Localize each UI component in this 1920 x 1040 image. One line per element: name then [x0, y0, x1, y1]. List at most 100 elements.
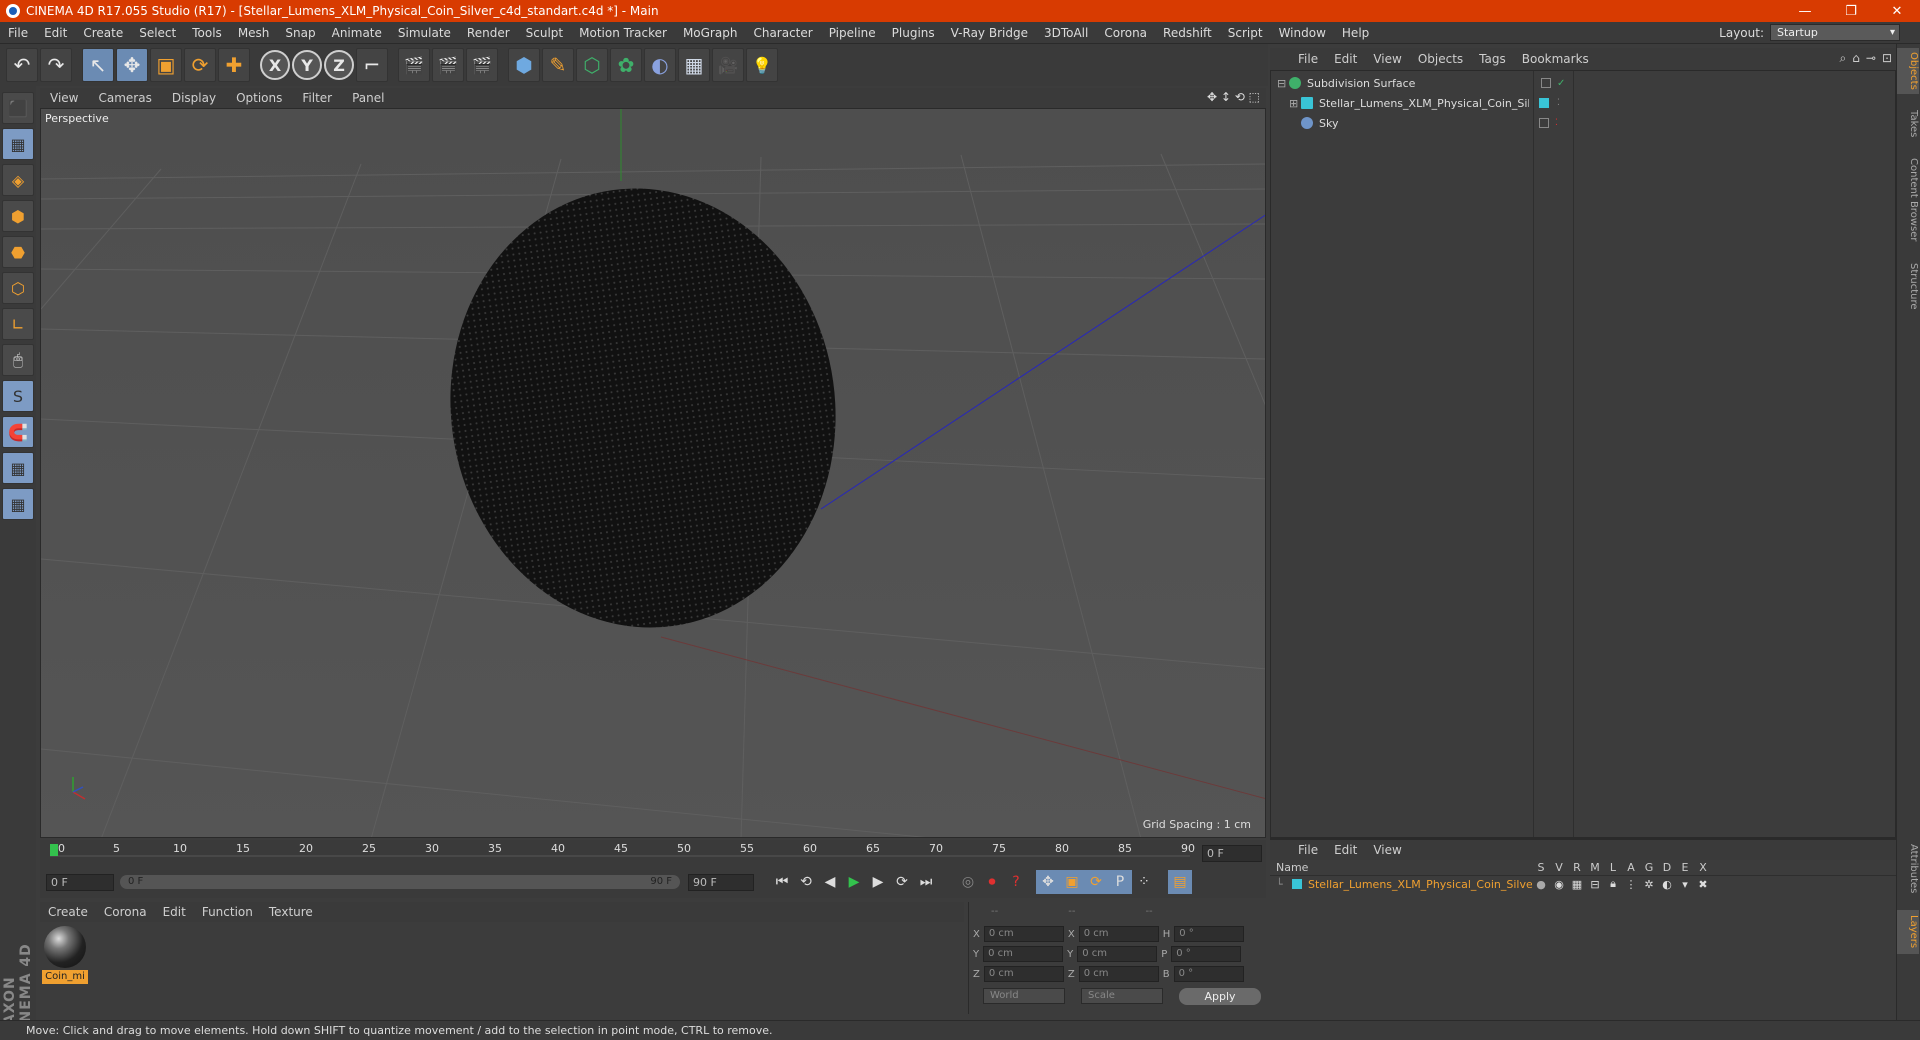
- deformer-button[interactable]: ◐: [644, 48, 676, 82]
- polygons-mode-button[interactable]: ∟: [2, 308, 34, 340]
- close-button[interactable]: ✕: [1874, 0, 1920, 22]
- x-axis-lock-button[interactable]: X: [260, 50, 290, 80]
- step-forward-button[interactable]: ▶: [866, 870, 890, 894]
- new-window-icon[interactable]: ⊡: [1882, 51, 1892, 66]
- menu-snap[interactable]: Snap: [277, 26, 323, 40]
- menu-file[interactable]: File: [0, 26, 36, 40]
- perspective-viewport[interactable]: Perspective Grid Spacing : 1 cm: [40, 108, 1266, 838]
- texture-mode-button[interactable]: ◈: [2, 164, 34, 196]
- tab-takes[interactable]: Takes: [1897, 104, 1919, 144]
- layer-solo-icon[interactable]: ●: [1532, 878, 1550, 891]
- menu-3dtoall[interactable]: 3DToAll: [1036, 26, 1096, 40]
- next-key-button[interactable]: ⟳: [890, 870, 914, 894]
- material-menu-create[interactable]: Create: [40, 905, 96, 919]
- pos-z-field[interactable]: 0 cm: [983, 966, 1064, 982]
- end-frame-field[interactable]: 90 F: [688, 873, 754, 891]
- go-to-start-button[interactable]: ⏮: [770, 870, 794, 894]
- floor-button[interactable]: ▦: [678, 48, 710, 82]
- material-menu-edit[interactable]: Edit: [155, 905, 194, 919]
- size-x-field[interactable]: 0 cm: [1078, 926, 1159, 942]
- editor-visibility-icon[interactable]: [1541, 78, 1551, 88]
- link-icon[interactable]: ⊸: [1866, 51, 1876, 66]
- make-editable-button[interactable]: ⬛: [2, 92, 34, 124]
- menu-pipeline[interactable]: Pipeline: [821, 26, 884, 40]
- light-button[interactable]: 💡: [746, 48, 778, 82]
- menu-simulate[interactable]: Simulate: [390, 26, 459, 40]
- layers-menu-file[interactable]: File: [1290, 843, 1326, 857]
- model-mode-button[interactable]: ▦: [2, 128, 34, 160]
- play-button[interactable]: ▶: [842, 870, 866, 894]
- preview-range-slider[interactable]: 0 F 90 F: [120, 875, 680, 889]
- visibility-dots-icon[interactable]: ⁚: [1557, 98, 1560, 108]
- objects-menu-tags[interactable]: Tags: [1471, 52, 1514, 66]
- pen-spline-button[interactable]: ✎: [542, 48, 574, 82]
- render-picture-viewer-button[interactable]: 🎬: [432, 48, 464, 82]
- menu-tools[interactable]: Tools: [184, 26, 230, 40]
- menu-corona[interactable]: Corona: [1096, 26, 1155, 40]
- move-tool-button[interactable]: ✥: [116, 48, 148, 82]
- menu-sculpt[interactable]: Sculpt: [518, 26, 571, 40]
- menu-script[interactable]: Script: [1220, 26, 1271, 40]
- y-axis-lock-button[interactable]: Y: [292, 50, 322, 80]
- timeline-ruler[interactable]: 0 5 10 15 20 25 30 35 40 45 50 55 60 65 …: [40, 840, 1266, 866]
- layer-color-icon[interactable]: [1292, 879, 1302, 889]
- pos-x-field[interactable]: 0 cm: [983, 926, 1064, 942]
- pos-y-field[interactable]: 0 cm: [983, 946, 1064, 962]
- scale-tool-button[interactable]: ▣: [150, 48, 182, 82]
- viewport-menu-panel[interactable]: Panel: [342, 91, 394, 105]
- menu-edit[interactable]: Edit: [36, 26, 75, 40]
- layer-render-icon[interactable]: ▦: [1568, 878, 1586, 891]
- cube-primitive-button[interactable]: ⬢: [508, 48, 540, 82]
- layout-dropdown[interactable]: Startup: [1770, 24, 1900, 41]
- key-pla-icon[interactable]: ⁘: [1132, 870, 1156, 894]
- layer-name[interactable]: Stellar_Lumens_XLM_Physical_Coin_Silver: [1308, 878, 1532, 891]
- menu-vray-bridge[interactable]: V-Ray Bridge: [943, 26, 1036, 40]
- menu-window[interactable]: Window: [1271, 26, 1334, 40]
- snap-button[interactable]: 🧲: [2, 416, 34, 448]
- viewport-menu-cameras[interactable]: Cameras: [88, 91, 161, 105]
- coordinate-system-button[interactable]: ⌐: [356, 48, 388, 82]
- coordinate-mode-dropdown[interactable]: World: [983, 988, 1065, 1004]
- z-axis-lock-button[interactable]: Z: [324, 50, 354, 80]
- timeline-window-icon[interactable]: ▤: [1168, 870, 1192, 894]
- menu-render[interactable]: Render: [459, 26, 518, 40]
- viewport-menu-options[interactable]: Options: [226, 91, 292, 105]
- menu-mesh[interactable]: Mesh: [230, 26, 278, 40]
- layer-lock-icon[interactable]: 🔒︎: [1604, 877, 1622, 891]
- subdivision-surface-button[interactable]: ⬡: [576, 48, 608, 82]
- layers-menu-view[interactable]: View: [1365, 843, 1409, 857]
- menu-select[interactable]: Select: [131, 26, 184, 40]
- layer-manager-icon[interactable]: ⊟: [1586, 878, 1604, 891]
- viewport-menu-display[interactable]: Display: [162, 91, 226, 105]
- viewport-menu-view[interactable]: View: [40, 91, 88, 105]
- menu-plugins[interactable]: Plugins: [884, 26, 943, 40]
- workplane-lock-button[interactable]: ▦: [2, 452, 34, 484]
- step-back-button[interactable]: ◀: [818, 870, 842, 894]
- objects-menu-objects[interactable]: Objects: [1410, 52, 1471, 66]
- menu-redshift[interactable]: Redshift: [1155, 26, 1220, 40]
- locked-workplane-button[interactable]: ▦: [2, 488, 34, 520]
- material-tag-icon[interactable]: [1539, 98, 1549, 108]
- camera-button[interactable]: 🎥: [712, 48, 744, 82]
- previous-key-button[interactable]: ⟲: [794, 870, 818, 894]
- motion-record-icon[interactable]: ◎: [956, 870, 980, 894]
- enabled-check-icon[interactable]: ✓: [1557, 78, 1565, 89]
- tab-attributes[interactable]: Attributes: [1897, 834, 1919, 904]
- menu-create[interactable]: Create: [75, 26, 131, 40]
- playhead[interactable]: [50, 844, 58, 856]
- live-selection-button[interactable]: ✚: [218, 48, 250, 82]
- layer-row[interactable]: └ Stellar_Lumens_XLM_Physical_Coin_Silve…: [1270, 876, 1896, 892]
- size-y-field[interactable]: 0 cm: [1077, 946, 1158, 962]
- render-view-button[interactable]: 🎬: [398, 48, 430, 82]
- points-mode-button[interactable]: ⬣: [2, 236, 34, 268]
- go-to-end-button[interactable]: ⏭: [914, 870, 938, 894]
- select-tool-button[interactable]: ↖: [82, 48, 114, 82]
- restore-button[interactable]: ❐: [1828, 0, 1874, 22]
- key-scale-icon[interactable]: ▣: [1060, 870, 1084, 894]
- tab-objects[interactable]: Objects: [1897, 48, 1919, 94]
- size-z-field[interactable]: 0 cm: [1078, 966, 1159, 982]
- objects-menu-view[interactable]: View: [1365, 52, 1409, 66]
- home-icon[interactable]: ⌂: [1852, 51, 1860, 66]
- menu-mograph[interactable]: MoGraph: [675, 26, 746, 40]
- expand-icon[interactable]: ⊞: [1289, 97, 1301, 110]
